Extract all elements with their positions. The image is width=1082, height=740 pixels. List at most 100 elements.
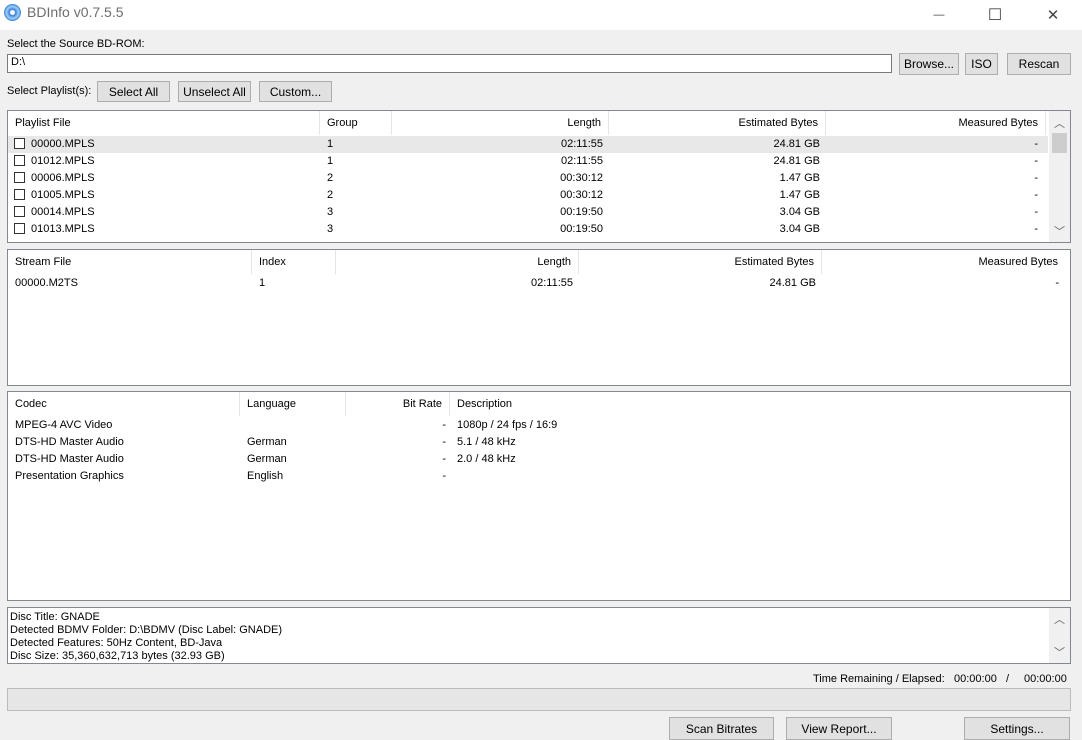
codec-name: Presentation Graphics — [15, 470, 124, 482]
playlist-checkbox[interactable] — [14, 223, 25, 234]
codec-list[interactable]: Codec Language Bit Rate Description MPEG… — [7, 391, 1071, 601]
scroll-up-icon[interactable]: ︿ — [1049, 609, 1070, 629]
codec-description: 2.0 / 48 kHz — [457, 453, 516, 465]
playlist-checkbox[interactable] — [14, 189, 25, 200]
playlist-select-label: Select Playlist(s): — [7, 85, 92, 97]
codec-bitrate: - — [442, 453, 446, 465]
playlist-length: 00:30:12 — [560, 172, 603, 184]
header-playlist-file[interactable]: Playlist File — [8, 111, 320, 135]
iso-button[interactable]: ISO — [965, 53, 998, 75]
time-remaining: 00:00:00 — [954, 673, 997, 685]
playlist-estimated: 1.47 GB — [779, 172, 820, 184]
playlist-checkbox[interactable] — [14, 172, 25, 183]
playlist-scrollbar[interactable]: ︿ ﹀ — [1049, 111, 1070, 242]
playlist-row[interactable]: 01013.MPLS 3 00:19:50 3.04 GB - — [8, 221, 1048, 238]
scroll-down-icon[interactable]: ﹀ — [1049, 221, 1070, 241]
header-stream-measured[interactable]: Measured Bytes — [822, 250, 1065, 274]
browse-button[interactable]: Browse... — [899, 53, 959, 75]
close-icon: ✕ — [1046, 7, 1060, 24]
playlist-group: 1 — [327, 138, 334, 150]
header-group[interactable]: Group — [320, 111, 392, 135]
source-path-input[interactable]: D:\ — [7, 54, 892, 73]
playlist-row[interactable]: 01012.MPLS 1 02:11:55 24.81 GB - — [8, 153, 1048, 170]
scroll-thumb[interactable] — [1052, 133, 1067, 153]
source-label: Select the Source BD-ROM: — [7, 38, 145, 50]
stream-list[interactable]: Stream File Index Length Estimated Bytes… — [7, 249, 1071, 386]
stream-row[interactable]: 00000.M2TS 1 02:11:55 24.81 GB - — [8, 275, 1070, 292]
playlist-file: 01012.MPLS — [31, 155, 95, 167]
header-stream-file[interactable]: Stream File — [8, 250, 252, 274]
codec-language: English — [247, 470, 284, 482]
codec-row[interactable]: Presentation Graphics English - — [8, 468, 1070, 485]
codec-description: 1080p / 24 fps / 16:9 — [457, 419, 558, 431]
playlist-group: 2 — [327, 172, 334, 184]
header-stream-length[interactable]: Length — [336, 250, 579, 274]
playlist-length: 00:19:50 — [560, 223, 603, 235]
playlist-measured: - — [1034, 189, 1038, 201]
playlist-row[interactable]: 00014.MPLS 3 00:19:50 3.04 GB - — [8, 204, 1048, 221]
scroll-down-icon[interactable]: ﹀ — [1049, 642, 1070, 662]
info-line: Disc Title: GNADE — [10, 611, 100, 623]
stream-length: 02:11:55 — [530, 277, 573, 289]
codec-bitrate: - — [442, 470, 446, 482]
codec-row[interactable]: MPEG-4 AVC Video -1080p / 24 fps / 16:9 — [8, 417, 1070, 434]
playlist-estimated: 24.81 GB — [773, 155, 820, 167]
close-button[interactable]: ✕ — [1030, 0, 1076, 30]
playlist-estimated: 3.04 GB — [779, 206, 820, 218]
header-bit-rate[interactable]: Bit Rate — [346, 392, 450, 416]
info-line: Detected BDMV Folder: D:\BDMV (Disc Labe… — [10, 624, 283, 636]
stream-file: 00000.M2TS — [15, 277, 78, 289]
custom-button[interactable]: Custom... — [259, 81, 332, 102]
codec-bitrate: - — [442, 419, 446, 431]
stream-estimated: 24.81 GB — [769, 277, 816, 289]
header-codec[interactable]: Codec — [8, 392, 240, 416]
playlist-file: 00006.MPLS — [31, 172, 95, 184]
playlist-checkbox[interactable] — [14, 155, 25, 166]
header-index[interactable]: Index — [252, 250, 336, 274]
rescan-button[interactable]: Rescan — [1007, 53, 1071, 75]
playlist-row[interactable]: 01005.MPLS 2 00:30:12 1.47 GB - — [8, 187, 1048, 204]
playlist-list[interactable]: Playlist File Group Length Estimated Byt… — [7, 110, 1071, 243]
disc-app-icon — [4, 4, 21, 21]
playlist-row[interactable]: 00006.MPLS 2 00:30:12 1.47 GB - — [8, 170, 1048, 187]
minimize-button[interactable]: — — [916, 0, 962, 30]
unselect-all-button[interactable]: Unselect All — [178, 81, 251, 102]
playlist-estimated: 3.04 GB — [779, 223, 820, 235]
playlist-measured: - — [1034, 206, 1038, 218]
header-language[interactable]: Language — [240, 392, 346, 416]
codec-description: 5.1 / 48 kHz — [457, 436, 516, 448]
header-stream-estimated[interactable]: Estimated Bytes — [579, 250, 822, 274]
codec-row[interactable]: DTS-HD Master Audio German -2.0 / 48 kHz — [8, 451, 1070, 468]
disc-info-box[interactable]: Disc Title: GNADE Detected BDMV Folder: … — [7, 607, 1071, 664]
playlist-checkbox[interactable] — [14, 138, 25, 149]
maximize-icon: ☐ — [987, 7, 1003, 24]
playlist-measured: - — [1034, 172, 1038, 184]
playlist-length: 00:30:12 — [560, 189, 603, 201]
maximize-button[interactable]: ☐ — [972, 0, 1018, 30]
info-line: Detected Features: 50Hz Content, BD-Java — [10, 637, 223, 649]
playlist-file: 01005.MPLS — [31, 189, 95, 201]
codec-language: German — [247, 453, 287, 465]
time-elapsed: 00:00:00 — [1024, 673, 1067, 685]
playlist-file: 00000.MPLS — [31, 138, 95, 150]
select-all-button[interactable]: Select All — [97, 81, 170, 102]
title-bar: BDInfo v0.7.5.5 — ☐ ✕ — [0, 0, 1082, 30]
info-scrollbar[interactable]: ︿ ﹀ — [1049, 608, 1070, 663]
scroll-up-icon[interactable]: ︿ — [1049, 113, 1070, 133]
codec-name: DTS-HD Master Audio — [15, 436, 124, 448]
time-separator: / — [1006, 673, 1010, 685]
playlist-estimated: 24.81 GB — [773, 138, 820, 150]
playlist-group: 1 — [327, 155, 334, 167]
header-measured-bytes[interactable]: Measured Bytes — [826, 111, 1046, 135]
playlist-measured: - — [1034, 155, 1038, 167]
playlist-row[interactable]: 00000.MPLS 1 02:11:55 24.81 GB - — [8, 136, 1048, 153]
header-length[interactable]: Length — [392, 111, 609, 135]
codec-row[interactable]: DTS-HD Master Audio German -5.1 / 48 kHz — [8, 434, 1070, 451]
codec-bitrate: - — [442, 436, 446, 448]
playlist-checkbox[interactable] — [14, 206, 25, 217]
header-description[interactable]: Description — [450, 392, 1064, 416]
playlist-measured: - — [1034, 138, 1038, 150]
codec-language: German — [247, 436, 287, 448]
header-estimated-bytes[interactable]: Estimated Bytes — [609, 111, 826, 135]
playlist-group: 2 — [327, 189, 334, 201]
